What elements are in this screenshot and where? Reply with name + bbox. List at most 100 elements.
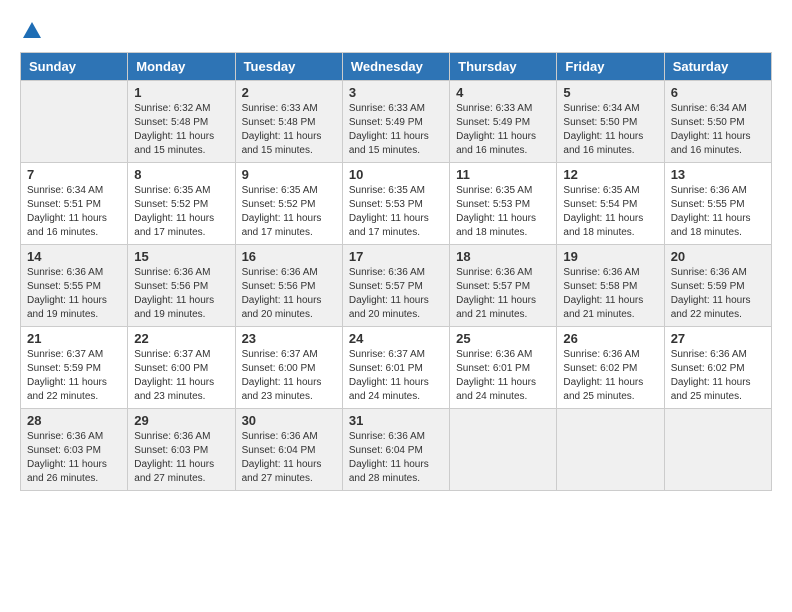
- day-number: 5: [563, 85, 657, 100]
- calendar-cell: 12 Sunrise: 6:35 AMSunset: 5:54 PMDayligh…: [557, 163, 664, 245]
- day-number: 19: [563, 249, 657, 264]
- calendar-cell: 31 Sunrise: 6:36 AMSunset: 6:04 PMDayligh…: [342, 409, 449, 491]
- day-info: Sunrise: 6:34 AMSunset: 5:51 PMDaylight:…: [27, 184, 121, 240]
- day-info: Sunrise: 6:36 AMSunset: 5:55 PMDaylight:…: [27, 266, 121, 322]
- day-number: 17: [349, 249, 443, 264]
- day-number: 14: [27, 249, 121, 264]
- calendar-cell: 24 Sunrise: 6:37 AMSunset: 6:01 PMDayligh…: [342, 327, 449, 409]
- logo: [20, 20, 44, 42]
- calendar-cell: 22Sunrise: 6:37 AMSunset: 6:00 PMDayligh…: [128, 327, 235, 409]
- col-saturday: Saturday: [664, 53, 771, 81]
- day-number: 12: [563, 167, 657, 182]
- day-info: Sunrise: 6:36 AMSunset: 6:04 PMDaylight:…: [349, 430, 443, 486]
- calendar-cell: [450, 409, 557, 491]
- day-info: Sunrise: 6:37 AMSunset: 6:01 PMDaylight:…: [349, 348, 443, 404]
- calendar-cell: 5 Sunrise: 6:34 AMSunset: 5:50 PMDaylight…: [557, 81, 664, 163]
- header-row: Sunday Monday Tuesday Wednesday Thursday…: [21, 53, 772, 81]
- calendar-cell: 10 Sunrise: 6:35 AMSunset: 5:53 PMDayligh…: [342, 163, 449, 245]
- day-number: 26: [563, 331, 657, 346]
- day-number: 15: [134, 249, 228, 264]
- calendar-cell: 7 Sunrise: 6:34 AMSunset: 5:51 PMDaylight…: [21, 163, 128, 245]
- day-number: 28: [27, 413, 121, 428]
- day-number: 13: [671, 167, 765, 182]
- day-number: 8: [134, 167, 228, 182]
- day-number: 31: [349, 413, 443, 428]
- calendar-cell: 6 Sunrise: 6:34 AMSunset: 5:50 PMDaylight…: [664, 81, 771, 163]
- calendar-cell: 9Sunrise: 6:35 AMSunset: 5:52 PMDaylight…: [235, 163, 342, 245]
- day-info: Sunrise: 6:34 AMSunset: 5:50 PMDaylight:…: [671, 102, 765, 158]
- calendar-cell: 30 Sunrise: 6:36 AMSunset: 6:04 PMDayligh…: [235, 409, 342, 491]
- day-info: Sunrise: 6:36 AMSunset: 6:02 PMDaylight:…: [563, 348, 657, 404]
- calendar-cell: [664, 409, 771, 491]
- day-number: 27: [671, 331, 765, 346]
- day-info: Sunrise: 6:36 AMSunset: 6:02 PMDaylight:…: [671, 348, 765, 404]
- day-number: 7: [27, 167, 121, 182]
- col-friday: Friday: [557, 53, 664, 81]
- calendar-cell: 27 Sunrise: 6:36 AMSunset: 6:02 PMDayligh…: [664, 327, 771, 409]
- page-header: [20, 20, 772, 42]
- day-number: 22: [134, 331, 228, 346]
- day-info: Sunrise: 6:36 AMSunset: 5:58 PMDaylight:…: [563, 266, 657, 322]
- day-info: Sunrise: 6:33 AMSunset: 5:49 PMDaylight:…: [456, 102, 550, 158]
- day-number: 11: [456, 167, 550, 182]
- day-info: Sunrise: 6:36 AMSunset: 5:57 PMDaylight:…: [456, 266, 550, 322]
- calendar-week-row: 7 Sunrise: 6:34 AMSunset: 5:51 PMDaylight…: [21, 163, 772, 245]
- day-info: Sunrise: 6:37 AMSunset: 5:59 PMDaylight:…: [27, 348, 121, 404]
- calendar-cell: 17Sunrise: 6:36 AMSunset: 5:57 PMDayligh…: [342, 245, 449, 327]
- col-wednesday: Wednesday: [342, 53, 449, 81]
- day-info: Sunrise: 6:35 AMSunset: 5:54 PMDaylight:…: [563, 184, 657, 240]
- day-number: 30: [242, 413, 336, 428]
- day-info: Sunrise: 6:36 AMSunset: 5:56 PMDaylight:…: [134, 266, 228, 322]
- calendar-cell: 3 Sunrise: 6:33 AMSunset: 5:49 PMDaylight…: [342, 81, 449, 163]
- day-number: 21: [27, 331, 121, 346]
- day-info: Sunrise: 6:35 AMSunset: 5:53 PMDaylight:…: [456, 184, 550, 240]
- day-number: 25: [456, 331, 550, 346]
- day-info: Sunrise: 6:37 AMSunset: 6:00 PMDaylight:…: [242, 348, 336, 404]
- day-info: Sunrise: 6:34 AMSunset: 5:50 PMDaylight:…: [563, 102, 657, 158]
- calendar-week-row: 28 Sunrise: 6:36 AMSunset: 6:03 PMDayligh…: [21, 409, 772, 491]
- calendar-cell: 29 Sunrise: 6:36 AMSunset: 6:03 PMDayligh…: [128, 409, 235, 491]
- day-info: Sunrise: 6:36 AMSunset: 5:56 PMDaylight:…: [242, 266, 336, 322]
- calendar-cell: 14 Sunrise: 6:36 AMSunset: 5:55 PMDayligh…: [21, 245, 128, 327]
- day-info: Sunrise: 6:35 AMSunset: 5:53 PMDaylight:…: [349, 184, 443, 240]
- calendar-cell: [557, 409, 664, 491]
- calendar-week-row: 14 Sunrise: 6:36 AMSunset: 5:55 PMDayligh…: [21, 245, 772, 327]
- day-number: 23: [242, 331, 336, 346]
- col-monday: Monday: [128, 53, 235, 81]
- day-info: Sunrise: 6:36 AMSunset: 5:59 PMDaylight:…: [671, 266, 765, 322]
- calendar-cell: 4Sunrise: 6:33 AMSunset: 5:49 PMDaylight…: [450, 81, 557, 163]
- calendar-week-row: 21 Sunrise: 6:37 AMSunset: 5:59 PMDayligh…: [21, 327, 772, 409]
- calendar-cell: 2 Sunrise: 6:33 AMSunset: 5:48 PMDaylight…: [235, 81, 342, 163]
- logo-icon: [21, 20, 43, 42]
- day-number: 10: [349, 167, 443, 182]
- day-number: 3: [349, 85, 443, 100]
- day-number: 20: [671, 249, 765, 264]
- col-sunday: Sunday: [21, 53, 128, 81]
- day-info: Sunrise: 6:33 AMSunset: 5:48 PMDaylight:…: [242, 102, 336, 158]
- col-tuesday: Tuesday: [235, 53, 342, 81]
- calendar-cell: 8 Sunrise: 6:35 AMSunset: 5:52 PMDaylight…: [128, 163, 235, 245]
- day-number: 16: [242, 249, 336, 264]
- calendar-cell: 19 Sunrise: 6:36 AMSunset: 5:58 PMDayligh…: [557, 245, 664, 327]
- day-info: Sunrise: 6:33 AMSunset: 5:49 PMDaylight:…: [349, 102, 443, 158]
- day-number: 1: [134, 85, 228, 100]
- calendar-cell: [21, 81, 128, 163]
- calendar-cell: 23 Sunrise: 6:37 AMSunset: 6:00 PMDayligh…: [235, 327, 342, 409]
- calendar-cell: 26 Sunrise: 6:36 AMSunset: 6:02 PMDayligh…: [557, 327, 664, 409]
- calendar-cell: 16 Sunrise: 6:36 AMSunset: 5:56 PMDayligh…: [235, 245, 342, 327]
- calendar-cell: 25Sunrise: 6:36 AMSunset: 6:01 PMDayligh…: [450, 327, 557, 409]
- day-number: 2: [242, 85, 336, 100]
- day-info: Sunrise: 6:32 AMSunset: 5:48 PMDaylight:…: [134, 102, 228, 158]
- day-number: 6: [671, 85, 765, 100]
- calendar-cell: 20 Sunrise: 6:36 AMSunset: 5:59 PMDayligh…: [664, 245, 771, 327]
- col-thursday: Thursday: [450, 53, 557, 81]
- day-info: Sunrise: 6:36 AMSunset: 6:04 PMDaylight:…: [242, 430, 336, 486]
- calendar-cell: 13Sunrise: 6:36 AMSunset: 5:55 PMDayligh…: [664, 163, 771, 245]
- day-info: Sunrise: 6:35 AMSunset: 5:52 PMDaylight:…: [134, 184, 228, 240]
- calendar-cell: 18Sunrise: 6:36 AMSunset: 5:57 PMDayligh…: [450, 245, 557, 327]
- day-number: 24: [349, 331, 443, 346]
- calendar-cell: 1 Sunrise: 6:32 AMSunset: 5:48 PMDaylight…: [128, 81, 235, 163]
- day-info: Sunrise: 6:36 AMSunset: 6:03 PMDaylight:…: [134, 430, 228, 486]
- day-number: 9: [242, 167, 336, 182]
- day-number: 29: [134, 413, 228, 428]
